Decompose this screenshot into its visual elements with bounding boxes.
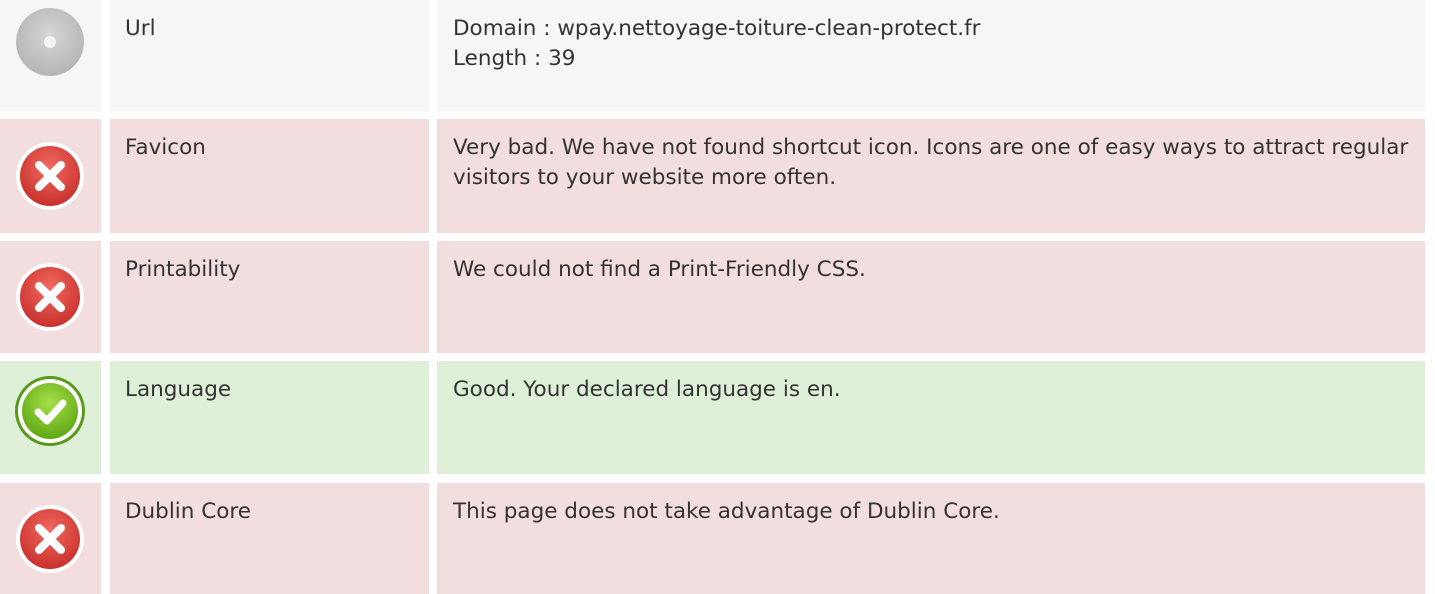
- row-value: Very bad. We have not found shortcut ico…: [453, 135, 1416, 190]
- status-cell: [0, 483, 101, 594]
- error-x-icon: [14, 261, 86, 333]
- seo-report-table: Url Domain : wpay.nettoyage-toiture-clea…: [0, 0, 1435, 594]
- row-value-cell: Good. Your declared language is en.: [437, 361, 1425, 474]
- info-dot-icon: [14, 6, 86, 78]
- row-label: Printability: [125, 257, 241, 282]
- row-value-cell: This page does not take advantage of Dub…: [437, 483, 1425, 594]
- row-value: We could not find a Print-Friendly CSS.: [453, 257, 866, 282]
- report-row-dublin-core: Dublin Core This page does not take adva…: [0, 483, 1425, 594]
- success-check-icon: [14, 375, 86, 447]
- row-label-cell: Language: [110, 361, 429, 474]
- row-value: Good. Your declared language is en.: [453, 377, 841, 402]
- row-label: Language: [125, 377, 232, 402]
- row-label-cell: Url: [110, 0, 429, 111]
- row-label-cell: Dublin Core: [110, 483, 429, 594]
- row-label: Favicon: [125, 135, 206, 160]
- row-label-cell: Printability: [110, 241, 429, 353]
- row-label: Url: [125, 16, 156, 41]
- report-row-url: Url Domain : wpay.nettoyage-toiture-clea…: [0, 0, 1425, 111]
- status-cell: [0, 119, 101, 233]
- row-value-cell: We could not find a Print-Friendly CSS.: [437, 241, 1425, 353]
- status-cell: [0, 241, 101, 353]
- status-cell: [0, 0, 101, 111]
- status-cell: [0, 361, 101, 474]
- row-value-cell: Domain : wpay.nettoyage-toiture-clean-pr…: [437, 0, 1425, 111]
- error-x-icon: [14, 140, 86, 212]
- row-value: This page does not take advantage of Dub…: [453, 499, 1000, 524]
- error-x-icon: [14, 503, 86, 575]
- report-row-printability: Printability We could not find a Print-F…: [0, 241, 1425, 353]
- row-value-cell: Very bad. We have not found shortcut ico…: [437, 119, 1425, 233]
- row-label: Dublin Core: [125, 499, 251, 524]
- report-row-favicon: Favicon Very bad. We have not found shor…: [0, 119, 1425, 233]
- row-value: Domain : wpay.nettoyage-toiture-clean-pr…: [453, 16, 981, 71]
- row-label-cell: Favicon: [110, 119, 429, 233]
- report-row-language: Language Good. Your declared language is…: [0, 361, 1425, 474]
